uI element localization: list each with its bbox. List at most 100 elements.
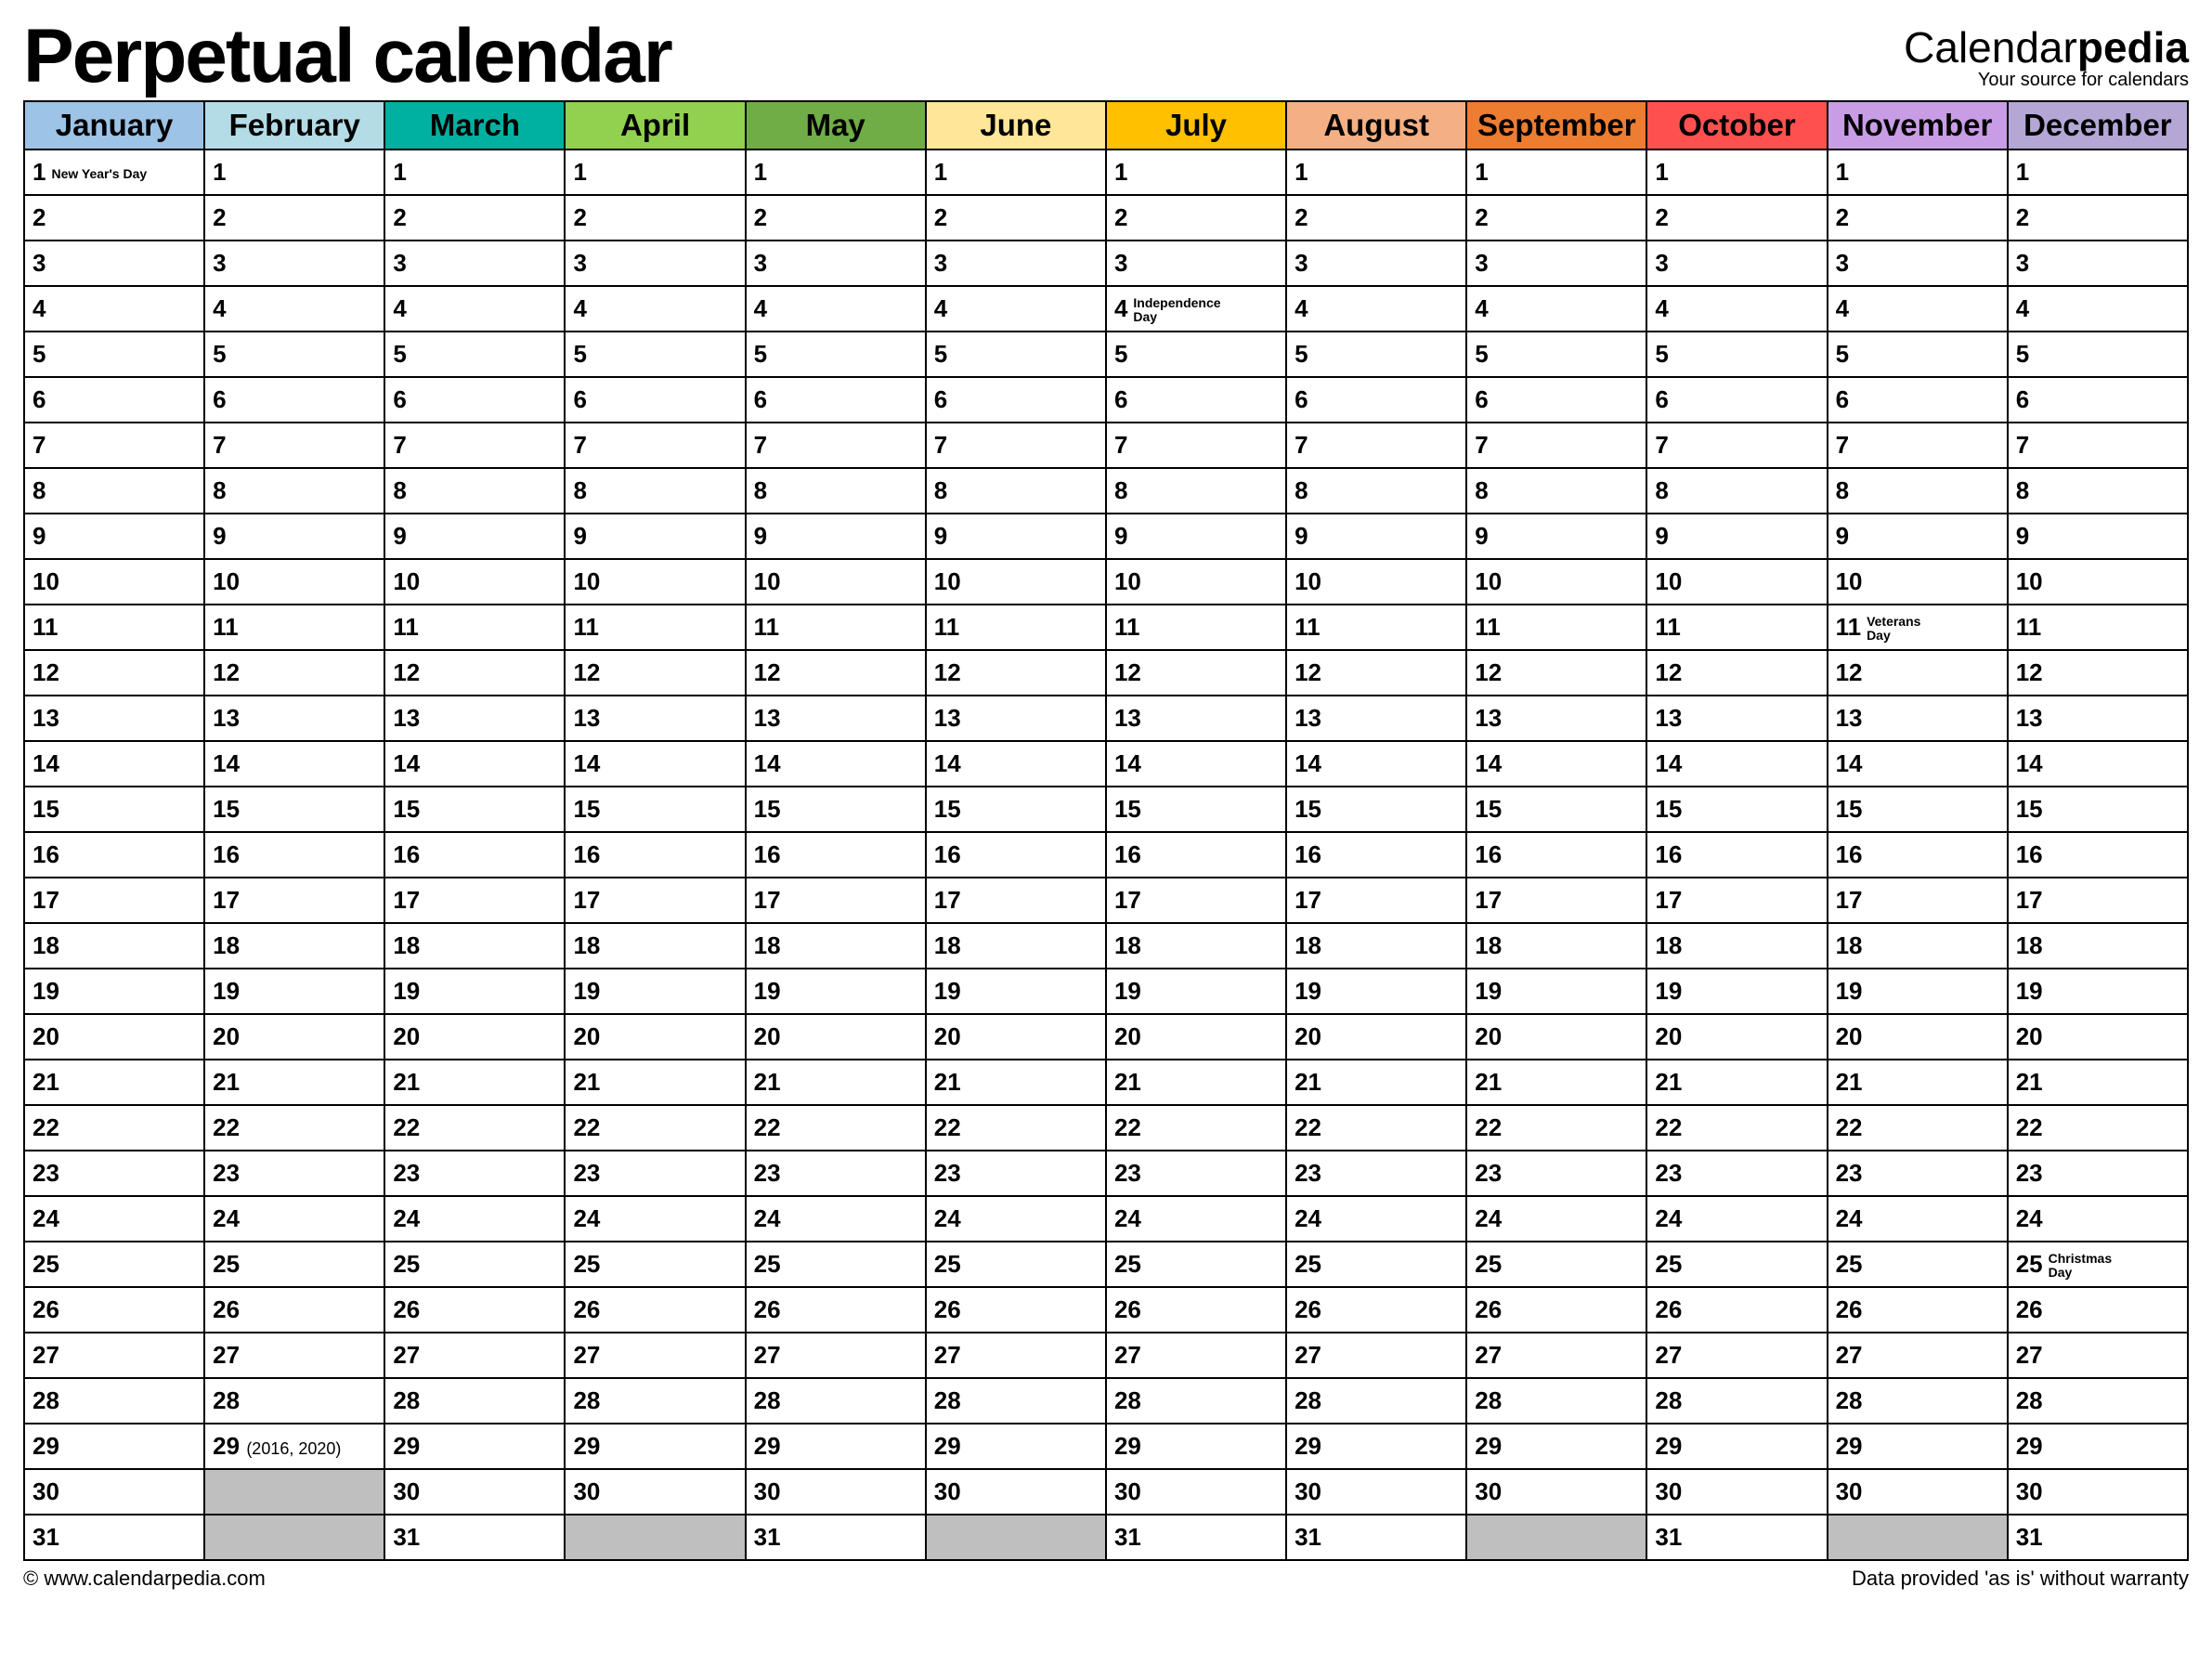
day-cell: 6 bbox=[204, 377, 384, 423]
day-cell: 21 bbox=[565, 1060, 745, 1105]
day-cell: 29 bbox=[1828, 1424, 2008, 1469]
day-cell: 27 bbox=[1828, 1333, 2008, 1378]
day-cell: 25 bbox=[1106, 1242, 1286, 1287]
day-row: 202020202020202020202020 bbox=[24, 1014, 2188, 1060]
day-cell: 15 bbox=[1466, 787, 1646, 832]
day-cell: 26 bbox=[384, 1287, 565, 1333]
day-cell: 23 bbox=[384, 1151, 565, 1196]
day-cell: 17 bbox=[2008, 878, 2188, 923]
day-cell: 4IndependenceDay bbox=[1106, 286, 1286, 332]
day-cell: 29 bbox=[565, 1424, 745, 1469]
day-cell: 14 bbox=[1466, 741, 1646, 787]
day-cell: 31 bbox=[2008, 1515, 2188, 1560]
day-cell: 11 bbox=[204, 605, 384, 650]
day-cell: 13 bbox=[24, 696, 204, 741]
day-cell: 14 bbox=[1286, 741, 1466, 787]
day-cell: 3 bbox=[24, 241, 204, 286]
day-cell: 25 bbox=[204, 1242, 384, 1287]
day-row: 666666666666 bbox=[24, 377, 2188, 423]
day-cell: 18 bbox=[1466, 923, 1646, 969]
day-cell: 7 bbox=[1466, 423, 1646, 468]
header: Perpetual calendar Calendarpedia Your so… bbox=[23, 19, 2189, 95]
day-cell: 15 bbox=[384, 787, 565, 832]
day-cell: 8 bbox=[2008, 468, 2188, 514]
day-cell: 13 bbox=[1828, 696, 2008, 741]
day-cell: 22 bbox=[1106, 1105, 1286, 1151]
day-cell: 26 bbox=[1828, 1287, 2008, 1333]
day-cell: 21 bbox=[746, 1060, 926, 1105]
month-header: April bbox=[565, 101, 745, 150]
day-cell: 9 bbox=[24, 514, 204, 559]
day-row: 555555555555 bbox=[24, 332, 2188, 377]
day-cell: 31 bbox=[1646, 1515, 1827, 1560]
day-row: 31313131313131 bbox=[24, 1515, 2188, 1560]
day-cell: 20 bbox=[204, 1014, 384, 1060]
month-header: July bbox=[1106, 101, 1286, 150]
day-cell: 25 bbox=[1286, 1242, 1466, 1287]
day-cell: 9 bbox=[565, 514, 745, 559]
day-cell: 22 bbox=[2008, 1105, 2188, 1151]
day-cell: 22 bbox=[565, 1105, 745, 1151]
day-cell: 23 bbox=[926, 1151, 1106, 1196]
day-cell: 9 bbox=[1828, 514, 2008, 559]
day-cell: 9 bbox=[1466, 514, 1646, 559]
day-cell: 8 bbox=[1286, 468, 1466, 514]
day-cell: 10 bbox=[24, 559, 204, 605]
day-cell: 4 bbox=[1646, 286, 1827, 332]
day-cell: 2 bbox=[24, 195, 204, 241]
day-cell: 31 bbox=[1286, 1515, 1466, 1560]
day-cell: 19 bbox=[1646, 969, 1827, 1014]
day-cell: 6 bbox=[1286, 377, 1466, 423]
day-cell: 23 bbox=[1646, 1151, 1827, 1196]
day-cell: 20 bbox=[1106, 1014, 1286, 1060]
day-cell: 12 bbox=[746, 650, 926, 696]
day-cell: 30 bbox=[1828, 1469, 2008, 1515]
day-cell: 12 bbox=[204, 650, 384, 696]
day-cell: 22 bbox=[926, 1105, 1106, 1151]
day-cell: 18 bbox=[1286, 923, 1466, 969]
day-cell: 1New Year's Day bbox=[24, 150, 204, 195]
day-cell: 25 bbox=[24, 1242, 204, 1287]
day-cell: 10 bbox=[1286, 559, 1466, 605]
footer-left: © www.calendarpedia.com bbox=[23, 1567, 266, 1591]
day-cell: 18 bbox=[24, 923, 204, 969]
day-cell: 30 bbox=[565, 1469, 745, 1515]
day-cell: 28 bbox=[1106, 1378, 1286, 1424]
day-cell: 30 bbox=[1286, 1469, 1466, 1515]
day-cell: 12 bbox=[1286, 650, 1466, 696]
day-cell: 15 bbox=[1286, 787, 1466, 832]
day-cell: 10 bbox=[926, 559, 1106, 605]
month-header: November bbox=[1828, 101, 2008, 150]
day-cell: 3 bbox=[384, 241, 565, 286]
day-cell: 11 bbox=[565, 605, 745, 650]
day-cell: 24 bbox=[926, 1196, 1106, 1242]
day-cell: 10 bbox=[384, 559, 565, 605]
day-cell: 6 bbox=[384, 377, 565, 423]
day-cell: 30 bbox=[384, 1469, 565, 1515]
day-cell: 5 bbox=[565, 332, 745, 377]
day-cell: 24 bbox=[1646, 1196, 1827, 1242]
day-cell: 7 bbox=[1828, 423, 2008, 468]
day-cell: 29 bbox=[384, 1424, 565, 1469]
day-cell: 16 bbox=[1286, 832, 1466, 878]
day-cell: 29 bbox=[1646, 1424, 1827, 1469]
day-cell: 24 bbox=[746, 1196, 926, 1242]
day-cell: 25 bbox=[1828, 1242, 2008, 1287]
day-row: 3030303030303030303030 bbox=[24, 1469, 2188, 1515]
day-cell: 5 bbox=[24, 332, 204, 377]
day-cell: 19 bbox=[2008, 969, 2188, 1014]
day-cell: 31 bbox=[384, 1515, 565, 1560]
day-cell: 13 bbox=[1646, 696, 1827, 741]
day-cell: 21 bbox=[1646, 1060, 1827, 1105]
day-cell: 10 bbox=[1828, 559, 2008, 605]
day-cell: 10 bbox=[565, 559, 745, 605]
day-cell: 16 bbox=[1466, 832, 1646, 878]
day-cell: 5 bbox=[1828, 332, 2008, 377]
day-cell: 4 bbox=[384, 286, 565, 332]
day-cell: 6 bbox=[2008, 377, 2188, 423]
day-cell: 17 bbox=[926, 878, 1106, 923]
day-cell: 17 bbox=[565, 878, 745, 923]
day-cell: 4 bbox=[926, 286, 1106, 332]
day-cell: 16 bbox=[1828, 832, 2008, 878]
day-cell: 28 bbox=[1828, 1378, 2008, 1424]
